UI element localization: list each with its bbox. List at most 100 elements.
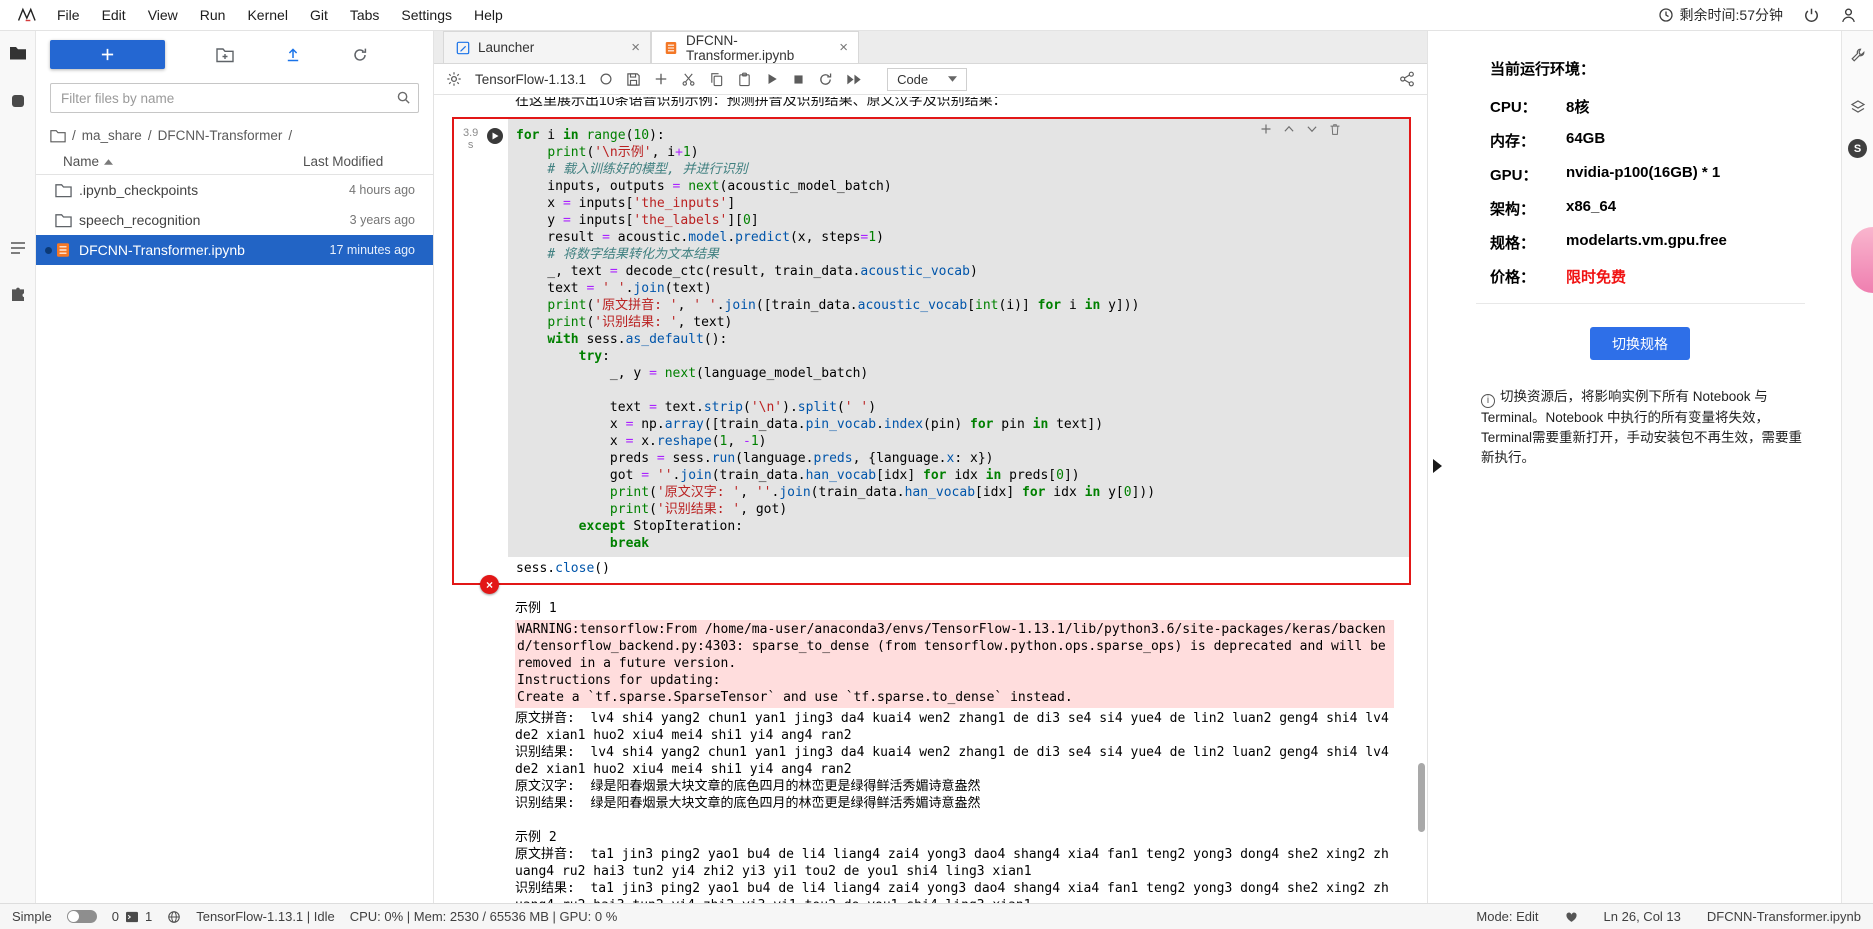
menu-edit[interactable]: Edit (91, 0, 137, 30)
globe-icon[interactable] (167, 910, 181, 924)
table-of-contents-icon[interactable] (10, 241, 26, 255)
move-down-icon[interactable] (1306, 123, 1318, 136)
cut-icon[interactable] (681, 72, 696, 87)
code-line[interactable]: try: (516, 348, 1401, 365)
refresh-icon[interactable] (352, 47, 368, 63)
user-icon[interactable] (1840, 7, 1857, 24)
code-line[interactable]: print('识别结果: ', got) (516, 501, 1401, 518)
new-folder-icon[interactable] (216, 47, 234, 63)
kernel-settings-icon[interactable] (446, 71, 462, 87)
code-editor-last-line[interactable]: sess.close() (508, 557, 1409, 583)
paste-icon[interactable] (737, 72, 752, 87)
running-kernels-icon[interactable] (10, 93, 26, 109)
menu-help[interactable]: Help (463, 0, 514, 30)
code-line[interactable]: x = x.reshape(1, -1) (516, 433, 1401, 450)
home-folder-icon[interactable] (50, 129, 66, 143)
file-name: .ipynb_checkpoints (79, 182, 303, 198)
code-line[interactable]: x = inputs['the_inputs'] (516, 195, 1401, 212)
code-line[interactable]: y = inputs['the_labels'][0] (516, 212, 1401, 229)
simple-mode-toggle[interactable] (67, 910, 97, 923)
running-sessions[interactable]: 0 1 (112, 909, 152, 924)
code-line[interactable]: text = ' '.join(text) (516, 280, 1401, 297)
menu-settings[interactable]: Settings (390, 0, 463, 30)
file-row[interactable]: speech_recognition 3 years ago (36, 205, 433, 235)
info-icon: i (1481, 394, 1495, 408)
notebook-scrollbar[interactable] (1418, 95, 1426, 903)
code-line[interactable]: _, y = next(language_model_batch) (516, 365, 1401, 382)
code-line[interactable]: # 载入训练好的模型, 并进行识别 (516, 161, 1401, 178)
code-line[interactable]: sess.close() (516, 560, 1401, 577)
upload-icon[interactable] (285, 47, 301, 63)
mascot-sticker-partial[interactable] (1851, 227, 1873, 293)
heart-icon[interactable] (1565, 911, 1578, 923)
power-icon[interactable] (1803, 7, 1820, 24)
switch-spec-button[interactable]: 切换规格 (1590, 327, 1690, 360)
column-name[interactable]: Name (63, 154, 303, 169)
breadcrumb-item-ma-share[interactable]: ma_share (82, 128, 142, 143)
code-line[interactable]: with sess.as_default(): (516, 331, 1401, 348)
markdown-cell-partial[interactable]: 在这里展示出10条语音识别示例：预测拼音及识别结果、原文汉字及识别结果： (515, 97, 1427, 112)
code-line[interactable]: text = text.strip('\n').split(' ') (516, 399, 1401, 416)
save-icon[interactable] (626, 72, 641, 87)
run-icon[interactable] (765, 72, 779, 86)
notebook-mode[interactable]: Mode: Edit (1476, 909, 1538, 924)
menu-tabs[interactable]: Tabs (339, 0, 391, 30)
cursor-position[interactable]: Ln 26, Col 13 (1604, 909, 1681, 924)
code-editor[interactable]: for i in range(10): print('\n示例', i+1) #… (508, 119, 1409, 557)
breadcrumb-item-dfcnn-transformer[interactable]: DFCNN-Transformer (158, 128, 283, 143)
tab-notebook[interactable]: DFCNN-Transformer.ipynb × (651, 31, 859, 63)
expand-panel-button[interactable] (1433, 459, 1442, 473)
tab-launcher[interactable]: Launcher × (443, 31, 651, 63)
extensions-icon[interactable] (10, 287, 26, 303)
close-icon[interactable]: × (839, 40, 848, 55)
code-line[interactable]: print('原文拼音: ', ' '.join([train_data.aco… (516, 297, 1401, 314)
s-circle-icon[interactable]: S (1848, 139, 1867, 158)
code-line[interactable]: x = np.array([train_data.pin_vocab.index… (516, 416, 1401, 433)
share-icon[interactable] (1399, 71, 1415, 87)
cell-run-indicator-icon[interactable] (487, 128, 503, 144)
restart-kernel-icon[interactable] (818, 72, 833, 87)
menu-view[interactable]: View (137, 0, 189, 30)
run-all-icon[interactable] (846, 73, 862, 86)
notebook-content[interactable]: 在这里展示出10条语音识别示例：预测拼音及识别结果、原文汉字及识别结果： 3.9… (434, 95, 1427, 903)
cell-type-select[interactable]: Code (887, 68, 967, 91)
tools-icon[interactable] (1850, 47, 1866, 63)
close-icon[interactable]: × (631, 40, 640, 55)
move-up-icon[interactable] (1283, 123, 1295, 136)
menu-git[interactable]: Git (299, 0, 339, 30)
code-line[interactable]: inputs, outputs = next(acoustic_model_ba… (516, 178, 1401, 195)
code-line[interactable]: # 将数字结果转化为文本结果 (516, 246, 1401, 263)
code-line[interactable]: print('识别结果: ', text) (516, 314, 1401, 331)
notebook-icon (55, 242, 72, 258)
kernel-status-text[interactable]: TensorFlow-1.13.1 | Idle (196, 909, 335, 924)
code-line[interactable]: preds = sess.run(language.preds, {langua… (516, 450, 1401, 467)
code-line[interactable]: result = acoustic.model.predict(x, steps… (516, 229, 1401, 246)
code-line[interactable]: print('原文汉字: ', ''.join(train_data.han_v… (516, 484, 1401, 501)
kernel-name-label[interactable]: TensorFlow-1.13.1 (475, 72, 586, 87)
file-filter-input[interactable] (50, 83, 419, 113)
new-launcher-button[interactable] (50, 40, 165, 69)
scrollbar-thumb[interactable] (1418, 763, 1425, 832)
layers-icon[interactable] (1850, 99, 1866, 115)
code-line[interactable]: except StopIteration: (516, 518, 1401, 535)
file-row-selected[interactable]: DFCNN-Transformer.ipynb 17 minutes ago (36, 235, 433, 265)
copy-icon[interactable] (709, 72, 724, 87)
file-browser-icon[interactable] (9, 45, 27, 61)
menu-run[interactable]: Run (189, 0, 237, 30)
code-line[interactable]: _, text = decode_ctc(result, train_data.… (516, 263, 1401, 280)
file-list: .ipynb_checkpoints 4 hours ago speech_re… (36, 175, 433, 903)
insert-cell-icon[interactable] (1260, 123, 1272, 136)
code-cell[interactable]: 3.9 s for i in range(10): print('\n示例', … (452, 117, 1411, 585)
code-line[interactable] (516, 382, 1401, 399)
add-cell-icon[interactable] (654, 72, 668, 86)
column-last-modified[interactable]: Last Modified (303, 154, 415, 169)
delete-cell-icon[interactable] (1329, 123, 1341, 136)
panel-splitter[interactable] (1428, 31, 1448, 903)
code-line[interactable]: got = ''.join(train_data.han_vocab[idx] … (516, 467, 1401, 484)
code-line[interactable]: break (516, 535, 1401, 552)
code-line[interactable]: print('\n示例', i+1) (516, 144, 1401, 161)
menu-kernel[interactable]: Kernel (236, 0, 298, 30)
stop-icon[interactable] (792, 73, 805, 86)
file-row[interactable]: .ipynb_checkpoints 4 hours ago (36, 175, 433, 205)
menu-file[interactable]: File (46, 0, 91, 30)
